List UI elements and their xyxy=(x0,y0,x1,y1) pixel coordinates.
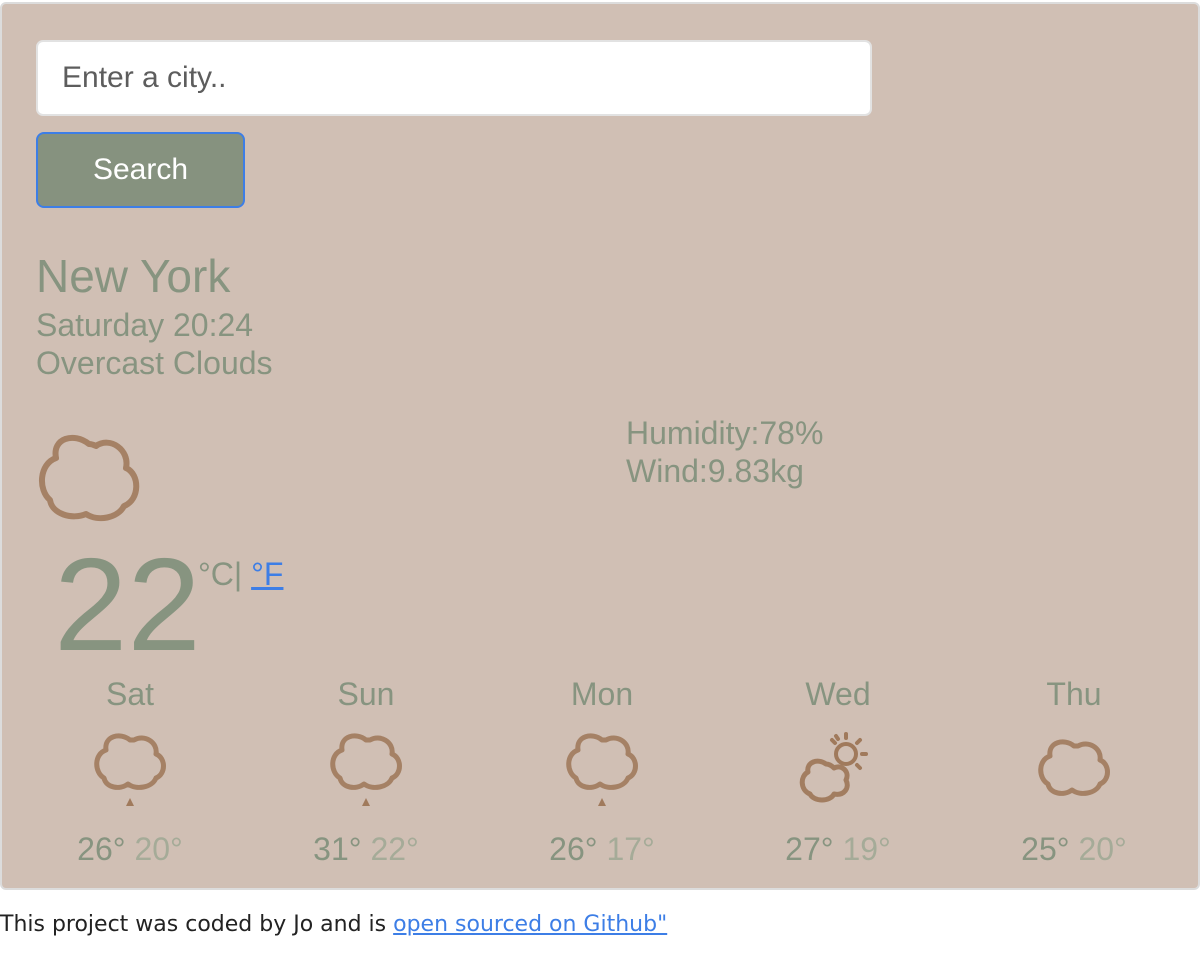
cloud-icon xyxy=(1038,739,1110,796)
github-link[interactable]: open sourced on Github" xyxy=(393,912,667,937)
forecast-high: 31° xyxy=(313,831,362,867)
forecast-day-label: Mon xyxy=(570,676,634,712)
forecast-day-label: Wed xyxy=(805,676,871,712)
partly-cloudy-icon xyxy=(799,732,868,803)
forecast-high: 27° xyxy=(785,831,834,867)
forecast-high: 26° xyxy=(549,831,598,867)
forecast-day-label: Sat xyxy=(105,676,155,712)
forecast-low: 20° xyxy=(1078,831,1127,867)
forecast-low: 17° xyxy=(606,831,655,867)
forecast-day-label: Thu xyxy=(1046,676,1102,712)
weather-card: Search New York Saturday 20:24 Overcast … xyxy=(0,2,1200,890)
wind-value: Wind:9.83kg xyxy=(626,453,804,489)
rain-cloud-icon xyxy=(330,733,402,806)
cloud-icon xyxy=(39,434,140,522)
forecast-temps: 27° 19° xyxy=(738,830,938,868)
footer-text: This project was coded by Jo and is xyxy=(0,912,394,937)
search-button[interactable]: Search xyxy=(36,132,245,208)
forecast-temps: 31° 22° xyxy=(266,830,466,868)
unit-toggle: °C| °F xyxy=(198,554,283,594)
current-temperature: 22 xyxy=(54,531,201,678)
city-search-input[interactable] xyxy=(36,40,872,116)
forecast-low: 20° xyxy=(134,831,183,867)
rain-cloud-icon xyxy=(566,733,638,806)
forecast-day: Mon 26° 17° xyxy=(502,674,702,868)
forecast-temps: 26° 17° xyxy=(502,830,702,868)
footer: This project was coded by Jo and is open… xyxy=(0,910,667,940)
forecast-day-label: Sun xyxy=(337,676,395,712)
forecast-day: Sat 26° 20° xyxy=(30,674,230,868)
city-name: New York xyxy=(36,250,231,302)
celsius-unit: °C| xyxy=(198,556,243,592)
forecast-low: 19° xyxy=(842,831,891,867)
forecast-day: Thu 25° 20° xyxy=(974,674,1174,868)
forecast-day: Wed 27° 19° xyxy=(738,674,938,868)
forecast-day: Sun 31° 22° xyxy=(266,674,466,868)
forecast-temps: 25° 20° xyxy=(974,830,1174,868)
weather-description: Overcast Clouds xyxy=(36,345,273,381)
rain-cloud-icon xyxy=(94,733,166,806)
fahrenheit-link[interactable]: °F xyxy=(251,556,283,592)
forecast-high: 26° xyxy=(77,831,126,867)
current-datetime: Saturday 20:24 xyxy=(36,307,254,343)
humidity-value: Humidity:78% xyxy=(626,415,824,451)
forecast-temps: 26° 20° xyxy=(30,830,230,868)
forecast-low: 22° xyxy=(370,831,419,867)
forecast-high: 25° xyxy=(1021,831,1070,867)
